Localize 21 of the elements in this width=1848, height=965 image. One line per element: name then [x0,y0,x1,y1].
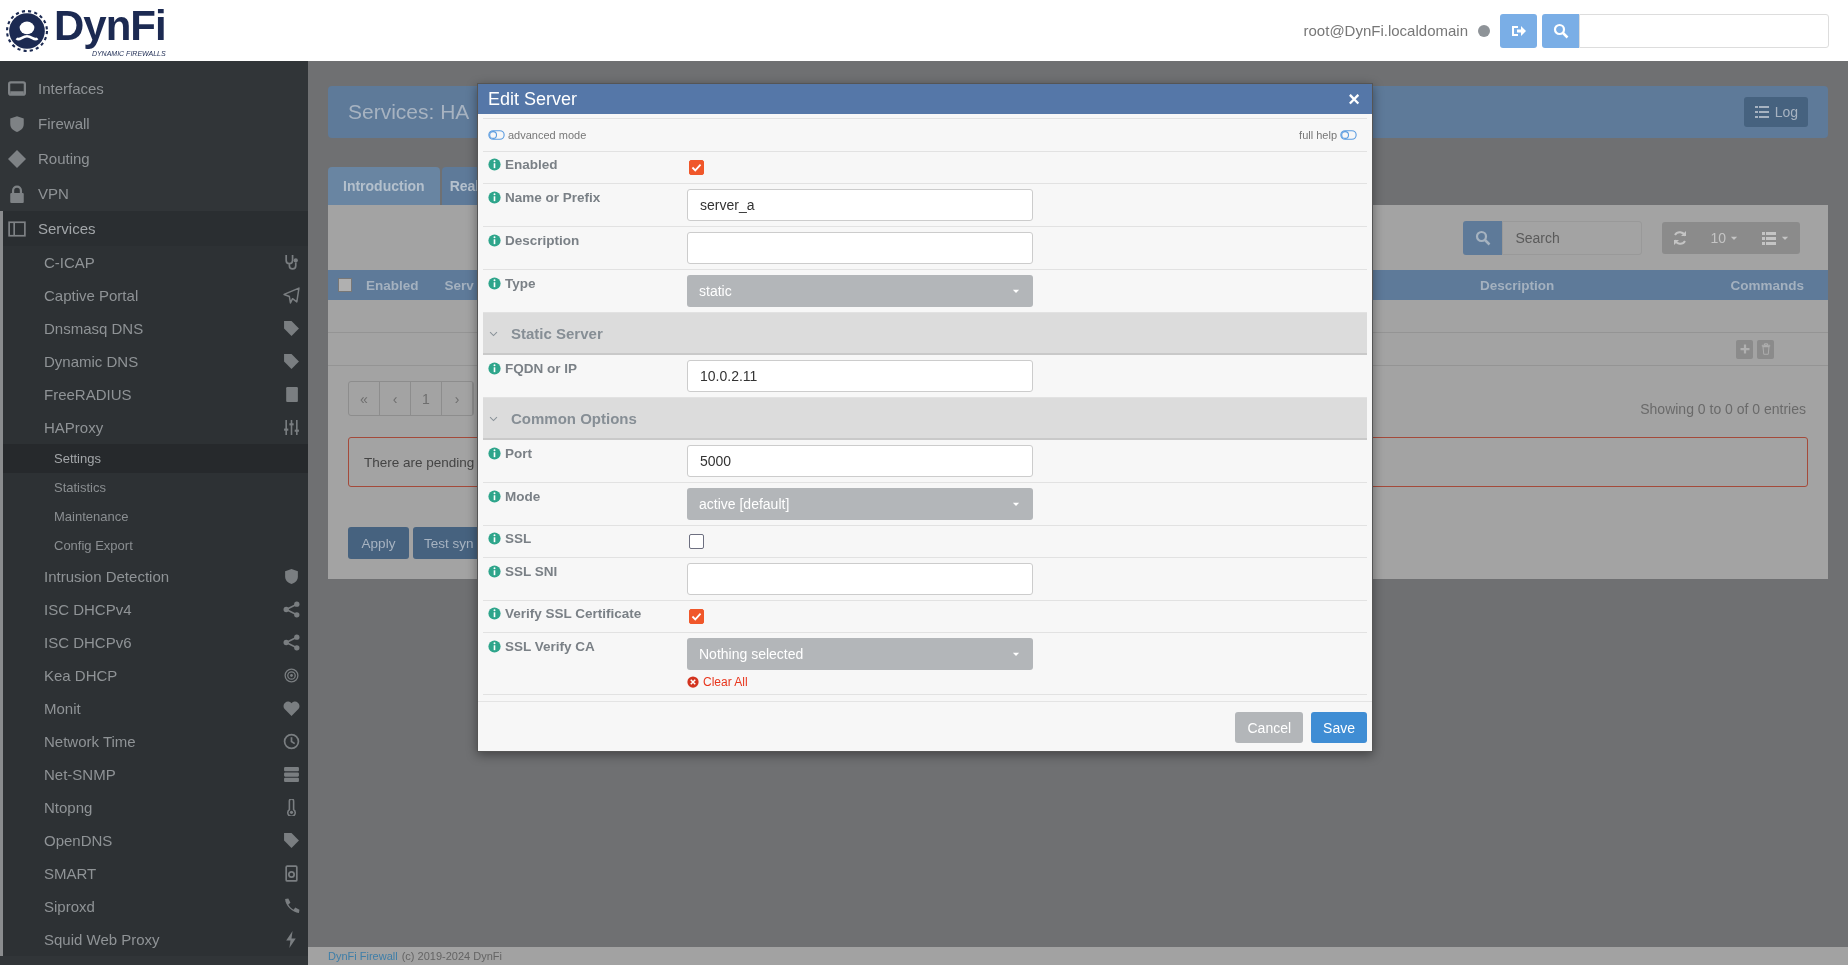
column-header: Serv [444,277,474,293]
modal-title: Edit Server [488,88,578,110]
field-label: Description [505,233,580,248]
field-label: SSL SNI [505,564,558,579]
field-label: SSL Verify CA [505,639,595,654]
page-title: Services: HA [348,100,470,124]
field-label: Port [505,446,532,461]
field-label: SSL [505,531,532,546]
field-label: FQDN or IP [505,361,577,376]
user-name: root@DynFi.localdomain [1303,22,1468,39]
alert-text: There are pending [364,454,475,470]
entries-info: Showing 0 to 0 of 0 entries [1640,401,1806,417]
column-header: Description [1480,277,1555,293]
column-header: Commands [1730,277,1804,293]
footer-text: (c) 2019-2024 DynFi [401,950,502,962]
field-label: Verify SSL Certificate [505,606,642,621]
field-label: Name or Prefix [505,190,601,205]
field-label: Mode [505,489,541,504]
field-label: Enabled [505,157,558,172]
field-label: Type [505,276,536,291]
column-header: Enabled [366,277,419,293]
